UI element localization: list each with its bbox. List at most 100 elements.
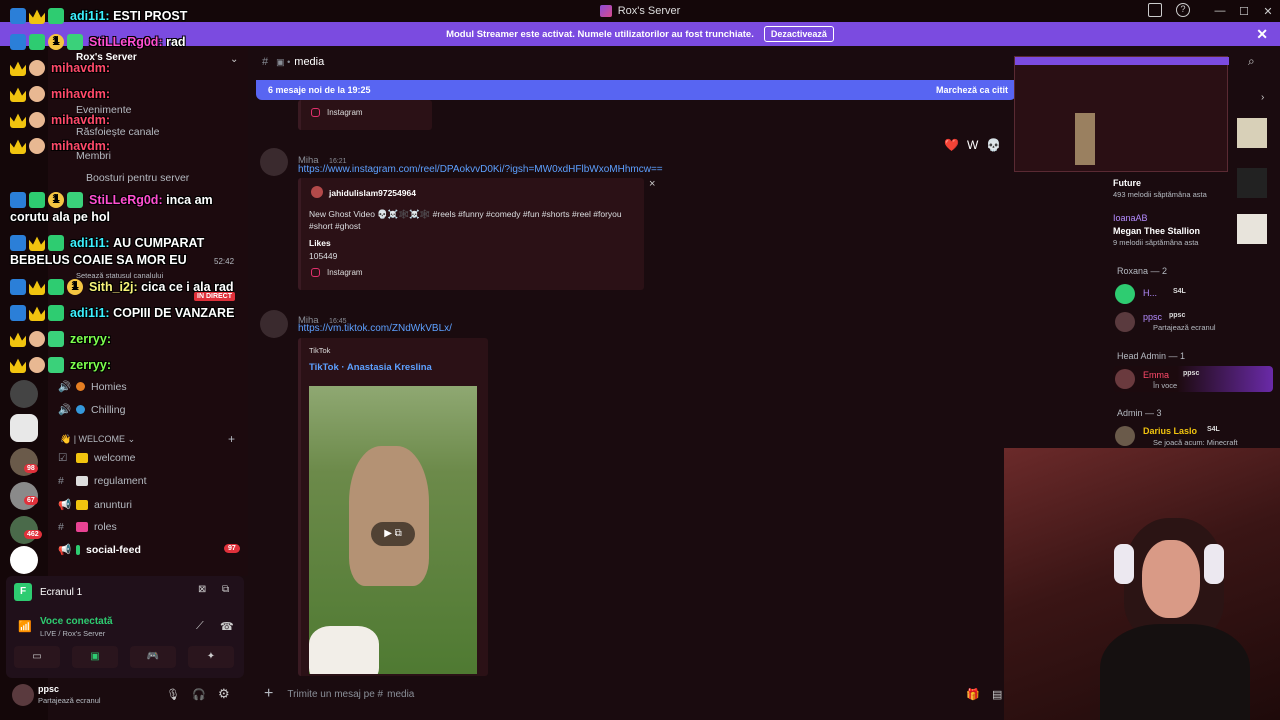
badge-icon [29,192,45,208]
member-name[interactable]: Megan Thee Stallion [1113,226,1200,236]
wave-icon [76,453,88,463]
gear-icon[interactable]: ⚙ [218,686,230,702]
close-banner-icon[interactable]: ✕ [1256,26,1268,43]
new-messages-text: 6 mesaje noi de la 19:25 [268,85,371,95]
inbox-icon[interactable] [1148,3,1162,17]
member-group-header: Head Admin — 1 [1117,351,1186,361]
voice-connected-sub: LIVE / Rox's Server [40,629,106,638]
add-channel-icon[interactable]: + [228,432,235,446]
avatar[interactable] [1115,284,1135,304]
member-name[interactable]: Future [1113,178,1141,188]
member-name[interactable]: Darius Laslo [1143,426,1197,436]
category-label: | WELCOME [73,434,126,444]
voice-connected-label[interactable]: Voce conectată [40,616,113,627]
member-name[interactable]: IoanaAB [1113,213,1148,223]
play-icon[interactable]: ▶ ⧉ [371,522,415,546]
voice-channel-chilling[interactable]: 🔊 Chilling [58,403,125,417]
reaction-skull[interactable]: 💀 [986,138,1001,152]
channel-welcome[interactable]: ☑ welcome [58,452,135,464]
media-icon: ▣ • [276,56,291,67]
gift-icon[interactable]: 🎁 [966,688,980,701]
member-name[interactable]: Emma [1143,370,1169,380]
badge-icon [48,305,64,321]
close-window-button[interactable]: ✕ [1256,5,1280,18]
embed-title[interactable]: TikTok · Anastasia Kreslina [309,362,432,373]
emote-icon [29,60,45,76]
badge-icon [10,192,26,208]
crown-icon [29,236,45,251]
headphones-icon[interactable]: 🎧 [192,688,206,701]
voice-channel-homies[interactable]: 🔊 Homies [58,380,127,394]
message-link[interactable]: https://vm.tiktok.com/ZNdWkVBLx/ [298,323,452,334]
headphones-icon [1114,544,1134,584]
new-messages-bar[interactable]: 6 mesaje noi de la 19:25 Marcheză ca cit… [256,80,1016,100]
channel-label: roles [94,521,117,533]
chat-line: adi1i1: COPIII DE VANZARE [10,305,234,321]
category-welcome[interactable]: 👋 | WELCOME ⌄ [60,434,135,445]
channel-title: media [294,56,325,68]
minimize-button[interactable]: — [1208,5,1232,17]
chat-text: cica ce i ala rad [141,280,234,294]
embed-provider: TikTok [309,346,331,355]
chat-text: ESTI PROST [113,9,188,23]
server-icon[interactable] [10,414,38,442]
mic-icon[interactable]: 🎙 [166,688,180,701]
server-icon[interactable] [10,380,38,408]
channel-social-feed[interactable]: 📢 social-feed [58,543,141,557]
menu-boosts[interactable]: Boosturi pentru server [86,172,189,184]
voice-timer: 52:42 [214,257,235,266]
chat-text: rad [166,35,186,49]
chevron-down-icon[interactable]: ⌄ [230,54,238,65]
rules-icon: ☑ [58,452,68,464]
gift-icon [48,331,64,347]
gif-icon[interactable]: ▤ [992,688,1002,701]
channel-regulament[interactable]: # regulament [58,475,147,487]
message-composer[interactable]: + Trimite un mesaj pe # media 🎁 ▤ [256,678,1016,710]
channel-roles[interactable]: # roles [58,521,117,533]
member-name[interactable]: H... [1143,288,1157,298]
avatar[interactable] [1115,426,1135,446]
search-icon[interactable]: ⌕ [1248,54,1255,69]
message-link[interactable]: https://www.instagram.com/reel/DPAokvvD0… [298,164,663,175]
screen-share-row[interactable]: F Ecranul 1 [14,580,244,604]
chat-user: StiLLeRg0d: [89,35,163,49]
chat-user: adi1i1: [70,306,110,320]
activities-button[interactable]: 🎮 [130,646,176,668]
avatar[interactable] [1115,369,1135,389]
video-thumbnail[interactable]: ▶ ⧉ [309,386,477,674]
reaction-w[interactable]: W [967,138,978,152]
disable-streamer-button[interactable]: Dezactivează [763,26,834,42]
reaction-heart[interactable]: ❤️ [944,138,959,152]
avatar[interactable] [12,684,34,706]
help-icon[interactable]: ? [1176,3,1190,17]
soundboard-button[interactable]: ✦ [188,646,234,668]
roles-icon [76,522,88,532]
add-attachment-icon[interactable]: + [264,685,273,703]
embed-author[interactable]: jahidulislam97254964 [329,188,416,198]
chat-text: COPIII DE VANZARE [113,306,235,320]
channel-anunturi[interactable]: 📢 anunturi [58,498,132,512]
mark-read-button[interactable]: Marcheză ca citit [936,85,1008,95]
server-icon[interactable] [10,546,38,574]
member-name[interactable]: ppsc [1143,312,1162,322]
crown-icon [10,139,26,154]
share-screen-button[interactable]: ▣ [72,646,118,668]
maximize-button[interactable]: ☐ [1232,5,1256,18]
avatar[interactable] [260,310,288,338]
chat-user: mihavdm: [51,113,111,127]
chevron-right-icon[interactable]: › [1261,92,1264,103]
chat-line: adi1i1: AU CUMPARAT [10,235,204,251]
close-stream-icon[interactable]: ⊠ [198,584,206,595]
user-bar: ppsc Partajează ecranul 🎙 🎧 ⚙ [6,680,244,714]
embed-field-value: 105449 [309,251,338,261]
video-off-button[interactable]: ▭ [14,646,60,668]
noise-suppression-icon[interactable]: ⟋ [196,620,204,633]
composer-placeholder: Trimite un mesaj pe # [287,688,384,700]
popout-icon[interactable]: ⧉ [222,584,229,595]
embed-card: TikTok TikTok · Anastasia Kreslina ▶ ⧉ [298,338,488,676]
avatar[interactable] [260,148,288,176]
disconnect-icon[interactable]: ☎ [220,620,234,633]
chat-user: StiLLeRg0d: [89,193,163,207]
avatar[interactable] [1115,312,1135,332]
close-embed-icon[interactable]: × [649,178,655,190]
